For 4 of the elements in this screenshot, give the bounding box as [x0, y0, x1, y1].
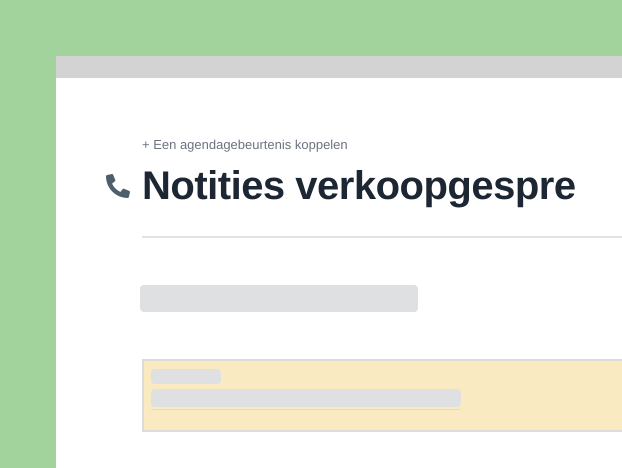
loading-placeholder [151, 369, 221, 384]
phone-icon [106, 174, 130, 198]
page-title: Notities verkoopgespre [142, 163, 577, 210]
link-calendar-event[interactable]: + Een agendagebeurtenis koppelen [142, 136, 348, 154]
